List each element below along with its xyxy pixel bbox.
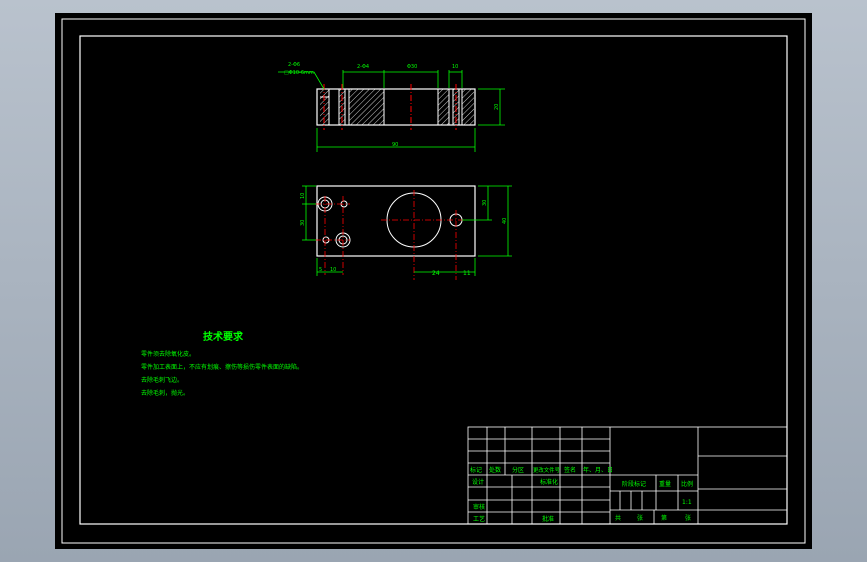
tb-total: 共 (615, 514, 621, 522)
dim-10-top: 10 (452, 64, 458, 70)
tb-review: 审核 (473, 503, 485, 511)
tb-date: 年、月、日 (583, 466, 613, 474)
note-line-3: 去除毛刺飞边。 (141, 376, 183, 384)
tb-sheet-1: 张 (637, 514, 643, 522)
tb-sheet-2: 张 (685, 514, 691, 522)
tb-design: 设计 (472, 478, 484, 486)
dim-10-bottom: 10 (330, 267, 336, 273)
tb-approve: 批准 (542, 515, 554, 523)
tb-standardization: 标准化 (540, 478, 558, 486)
tb-weight: 重量 (659, 480, 671, 488)
dim-width-90: 90 (392, 142, 398, 148)
dim-24: 24 (432, 270, 440, 277)
tb-stage-mark: 阶段标记 (622, 480, 646, 488)
dim-2phi4: 2-Φ4 (357, 64, 369, 70)
hatch-center-right (438, 89, 449, 125)
dim-5: 5 (319, 267, 322, 273)
sheet-background (55, 13, 812, 549)
hatch-right-2 (462, 89, 474, 125)
dim-30-right: 30 (482, 200, 488, 206)
dim-30-left: 30 (300, 220, 306, 226)
tb-page: 第 (661, 514, 667, 522)
dim-10-left: 10 (300, 193, 306, 199)
tb-mark: 标记 (470, 466, 482, 474)
hole-callout-2: □Φ10-6mm (284, 70, 314, 76)
tb-signature: 签名 (564, 466, 576, 474)
dim-phi30: Φ30 (407, 64, 417, 70)
tb-count: 处数 (489, 466, 501, 474)
cad-viewport: 2-Φ6 □Φ10-6mm 2-Φ4 Φ30 10 20 90 10 30 30… (0, 0, 867, 562)
note-line-4: 去除毛刺，抛光。 (141, 389, 189, 397)
dim-40-right: 40 (502, 218, 508, 224)
hatch-center-left (349, 89, 384, 125)
tb-change-doc: 更改文件号 (533, 466, 561, 474)
dim-height-20: 20 (494, 104, 500, 110)
tb-scale-value: 1:1 (682, 499, 692, 506)
notes-title: 技术要求 (203, 330, 244, 343)
tb-process: 工艺 (473, 515, 485, 523)
dim-11: 11 (463, 270, 471, 277)
note-line-2: 零件加工表面上，不应有划痕、擦伤等损伤零件表面的缺陷。 (141, 363, 303, 371)
tb-scale: 比例 (681, 480, 693, 488)
hole-callout-1: 2-Φ6 (288, 62, 300, 68)
note-line-1: 零件须去除氧化皮。 (141, 350, 195, 358)
drawing-sheet: 2-Φ6 □Φ10-6mm 2-Φ4 Φ30 10 20 90 10 30 30… (55, 13, 812, 549)
tb-zone: 分区 (512, 466, 524, 474)
